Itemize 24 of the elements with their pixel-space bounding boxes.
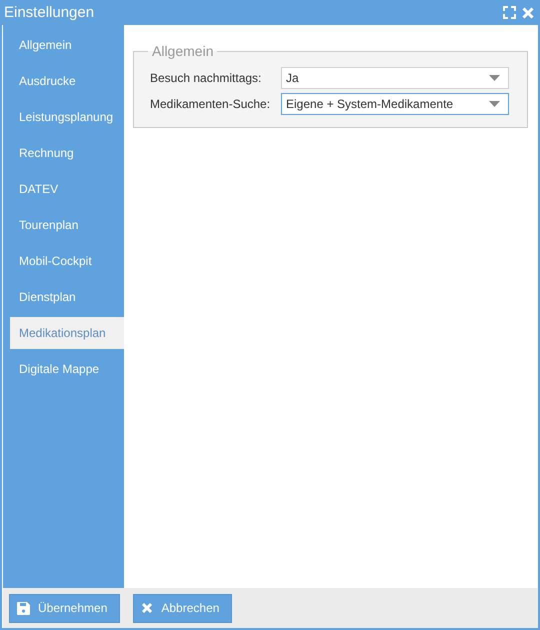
save-icon xyxy=(17,602,30,614)
cancel-button[interactable]: Abbrechen xyxy=(133,594,232,622)
sidebar-item[interactable]: Medikationsplan xyxy=(10,317,124,349)
sidebar-item[interactable]: Digitale Mappe xyxy=(10,353,124,385)
dropdown-field[interactable]: Ja xyxy=(281,67,509,89)
close-icon[interactable] xyxy=(522,6,534,18)
sidebar-item[interactable]: DATEV xyxy=(10,173,124,205)
close-icon xyxy=(141,602,154,614)
field-label: Besuch nachmittags: xyxy=(150,71,262,85)
sidebar-item[interactable]: Allgemein xyxy=(10,29,124,61)
caret-icon xyxy=(489,75,500,81)
sidebar-item[interactable]: Tourenplan xyxy=(10,209,124,241)
sidebar-item[interactable]: Dienstplan xyxy=(10,281,124,313)
sidebar-item[interactable]: Mobil-Cockpit xyxy=(10,245,124,277)
group-title: Allgemein xyxy=(151,43,214,59)
sidebar-item[interactable]: Leistungsplanung xyxy=(10,101,124,133)
field-label: Medikamenten-Suche: xyxy=(150,97,272,111)
window-title: Einstellungen xyxy=(4,4,94,21)
sidebar-item[interactable]: Ausdrucke xyxy=(10,65,124,97)
sidebar-item[interactable]: Rechnung xyxy=(10,137,124,169)
caret-icon xyxy=(489,101,500,107)
maximize-icon[interactable] xyxy=(503,6,516,19)
save-button[interactable]: Übernehmen xyxy=(9,594,120,622)
dropdown-field[interactable]: Eigene + System-Medikamente xyxy=(281,93,509,115)
